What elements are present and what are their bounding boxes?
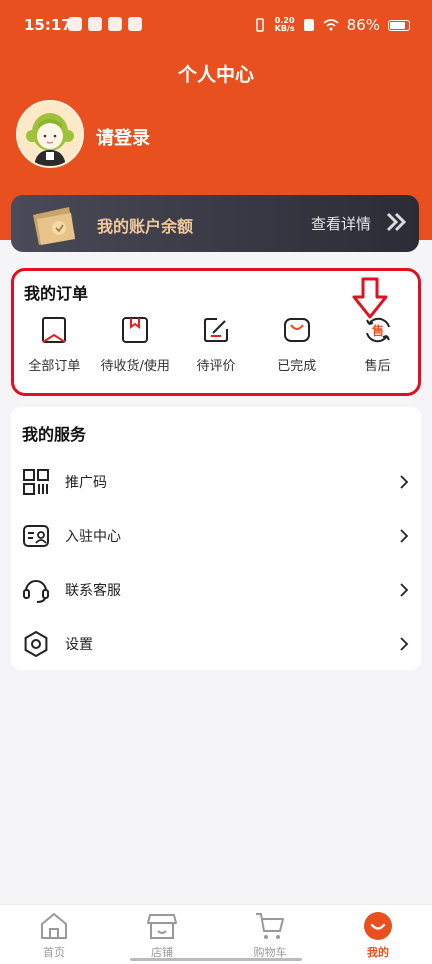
notification-icons [68,17,142,31]
order-pending-review[interactable]: 待评价 [176,315,257,374]
wifi-icon [323,19,339,31]
page-title: 个人中心 [177,64,254,86]
after-sale-icon-glyph: 售 [372,323,384,338]
status-bar: 15:17 0.20 KB/s 86% [0,0,432,52]
status-right: 0.20 KB/s 86% [253,16,410,34]
orders-row: 全部订单 待收货/使用 待评价 已完成 售 售后 [14,315,418,374]
profile-icon [364,912,392,940]
status-time: 15:17 [24,16,72,34]
order-all-label: 全部订单 [28,359,81,374]
crown-icon [108,17,122,31]
avatar[interactable] [16,100,84,168]
tab-store[interactable]: 店铺 [108,905,216,964]
net-speed: 0.20 KB/s [275,17,295,33]
double-chevron-right-icon [386,212,407,232]
order-all[interactable]: 全部订单 [14,315,95,374]
my-orders-card: 我的订单 全部订单 待收货/使用 待评价 已完成 售 售后 [11,268,421,396]
order-pending-receipt-label: 待收货/使用 [100,359,170,374]
my-services-card: 我的服务 推广码 入驻中心 联系客服 设置 [11,407,421,670]
tab-cart[interactable]: 购物车 [216,905,324,964]
vibrate-icon [255,18,264,32]
service-promo-code-label: 推广码 [65,475,107,491]
wechat-icon [88,17,102,31]
home-icon [41,913,67,939]
battery-percent: 86% [346,16,380,34]
tab-home-label: 首页 [43,946,65,959]
battery-icon [388,19,410,31]
after-sale-icon: 售 [365,317,390,343]
login-prompt[interactable]: 请登录 [96,124,150,150]
order-completed[interactable]: 已完成 [256,315,337,374]
chevron-right-icon [400,583,409,597]
bookmark-icon [42,317,67,343]
tab-mine-label: 我的 [367,946,389,959]
headset-icon [23,580,49,603]
order-pending-receipt[interactable]: 待收货/使用 [95,315,176,374]
chevron-right-icon [400,529,409,543]
bottom-tab-bar: 首页 店铺 购物车 我的 [0,904,432,964]
wallet-icon [33,207,75,245]
service-merchant-center-label: 入驻中心 [65,529,121,545]
chevron-right-icon [400,475,409,489]
settings-icon [24,630,48,658]
bag-icon [283,318,310,342]
balance-detail-link[interactable]: 查看详情 [311,213,371,234]
order-after-sale-label: 售后 [364,359,391,374]
home-indicator[interactable] [130,958,302,961]
account-balance-card[interactable]: 我的账户余额 查看详情 [11,195,419,252]
sim-icon [303,19,314,31]
service-merchant-center[interactable]: 入驻中心 [11,509,421,563]
net-speed-unit: KB/s [274,24,295,33]
tab-home[interactable]: 首页 [0,905,108,964]
service-customer-support[interactable]: 联系客服 [11,563,421,617]
id-card-icon [23,525,49,547]
order-completed-label: 已完成 [277,359,317,374]
service-customer-support-label: 联系客服 [65,583,121,599]
chevron-right-icon [400,637,409,651]
girl-avatar-icon [18,102,82,166]
service-promo-code[interactable]: 推广码 [11,455,421,509]
service-settings-label: 设置 [65,637,93,653]
balance-title: 我的账户余额 [97,217,194,236]
cart-icon [256,913,284,939]
orders-title: 我的订单 [24,284,89,303]
order-pending-review-label: 待评价 [196,359,236,374]
app-icon [128,17,142,31]
package-icon [122,317,149,343]
edit-icon [203,318,228,342]
services-title: 我的服务 [22,425,87,444]
service-settings[interactable]: 设置 [11,617,421,671]
order-after-sale[interactable]: 售 售后 [337,315,418,374]
qr-code-icon [23,469,49,495]
tab-mine[interactable]: 我的 [324,905,432,964]
notification-icon [68,17,82,31]
store-icon [147,914,177,939]
